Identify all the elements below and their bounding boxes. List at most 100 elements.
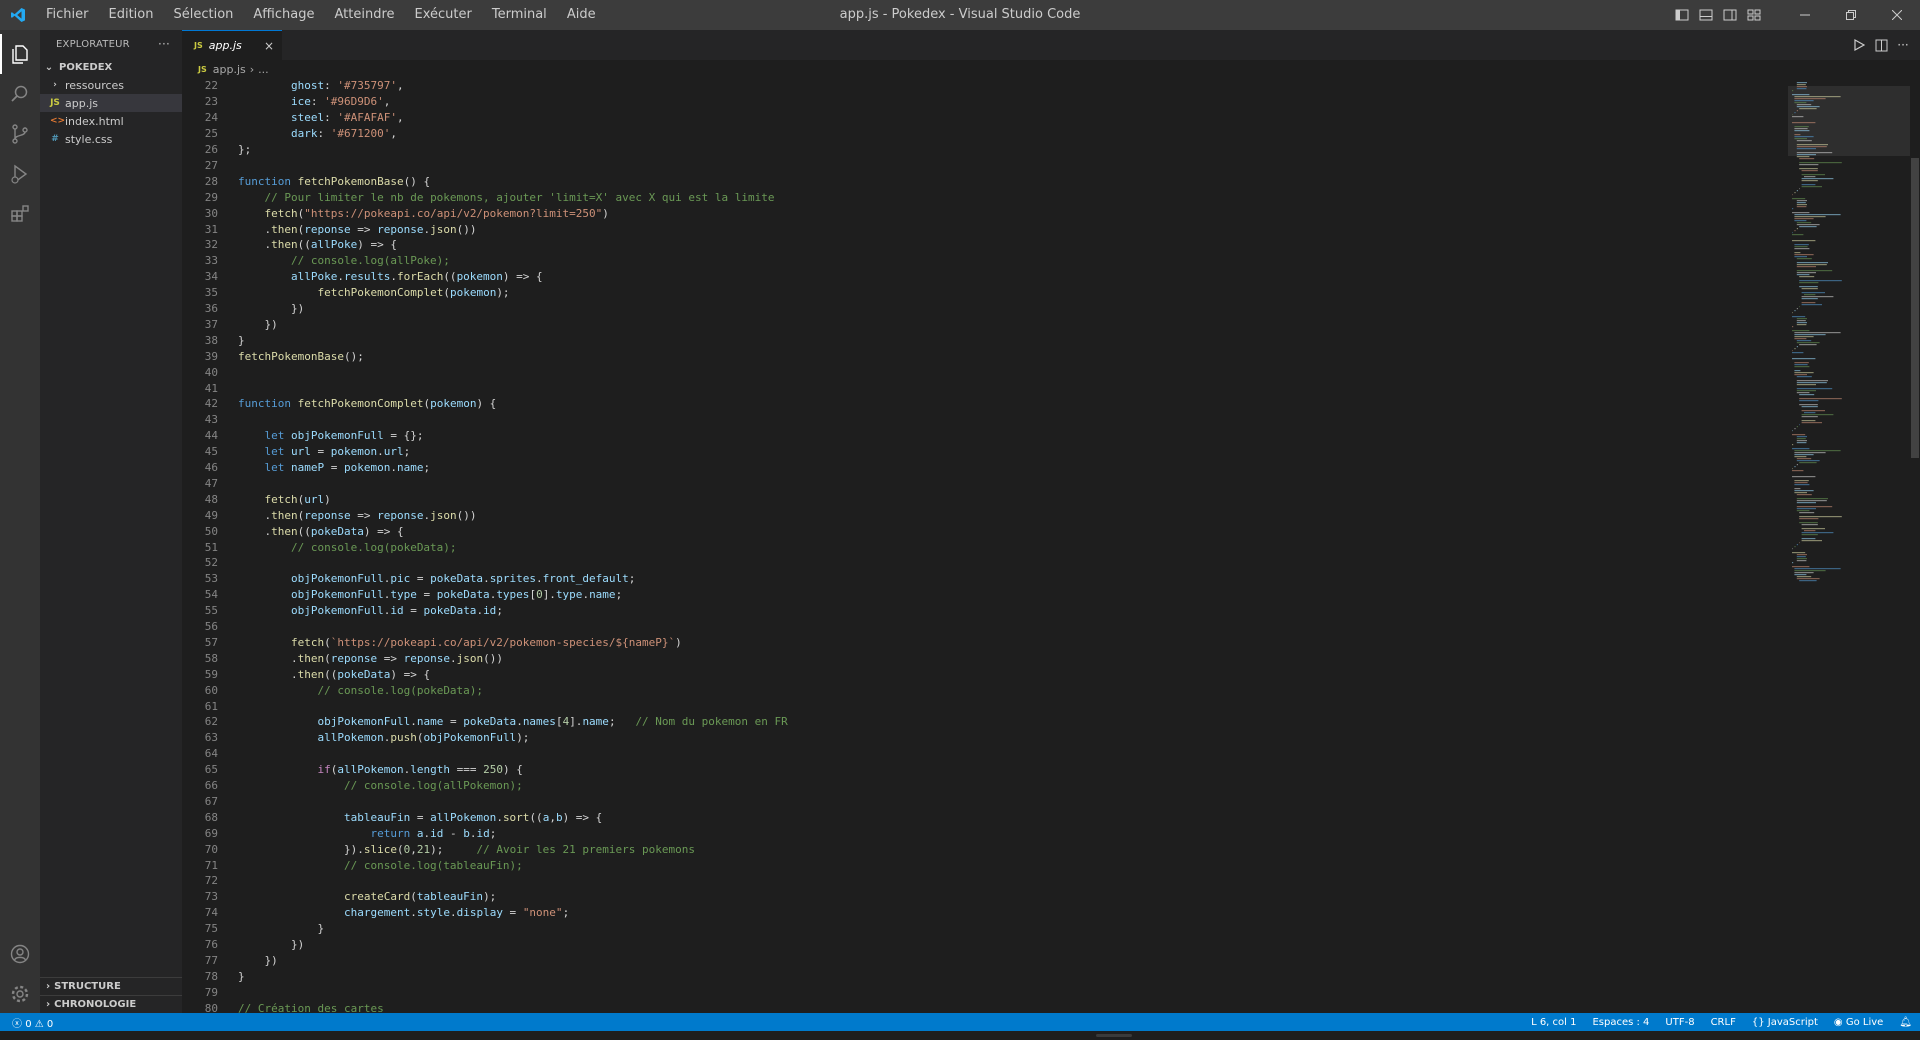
explorer-more-actions-icon[interactable]: ···: [158, 37, 170, 51]
breadcrumb-rest[interactable]: ...: [258, 63, 269, 76]
code-line[interactable]: 74 chargement.style.display = "none";: [182, 905, 1782, 921]
extensions-icon[interactable]: [0, 194, 40, 234]
code-line[interactable]: 65 if(allPokemon.length === 250) {: [182, 762, 1782, 778]
code-line[interactable]: 45 let url = pokemon.url;: [182, 444, 1782, 460]
minimap[interactable]: [1788, 78, 1910, 1013]
source-control-icon[interactable]: [0, 114, 40, 154]
code-line[interactable]: 53 objPokemonFull.pic = pokeData.sprites…: [182, 571, 1782, 587]
code-line[interactable]: 68 tableauFin = allPokemon.sort((a,b) =>…: [182, 809, 1782, 825]
menu-item[interactable]: Sélection: [163, 0, 243, 30]
file-tree-item[interactable]: JS app.js: [40, 94, 182, 112]
code-line[interactable]: 22 ghost: '#735797',: [182, 78, 1782, 94]
code-line[interactable]: 64: [182, 746, 1782, 762]
code-line[interactable]: 49 .then(reponse => reponse.json()): [182, 507, 1782, 523]
run-debug-icon[interactable]: [0, 154, 40, 194]
code-line[interactable]: 78}: [182, 968, 1782, 984]
file-tree-item[interactable]: <> index.html: [40, 112, 182, 130]
code-line[interactable]: 31 .then(reponse => reponse.json()): [182, 221, 1782, 237]
menu-item[interactable]: Edition: [99, 0, 164, 30]
breadcrumb-file[interactable]: app.js: [213, 63, 246, 76]
code-line[interactable]: 25 dark: '#671200',: [182, 126, 1782, 142]
file-tree-item[interactable]: › ressources: [40, 76, 182, 94]
code-line[interactable]: 61: [182, 698, 1782, 714]
customize-layout-icon[interactable]: [1742, 0, 1766, 30]
code-line[interactable]: 60 // console.log(pokeData);: [182, 682, 1782, 698]
code-line[interactable]: 35 fetchPokemonComplet(pokemon);: [182, 285, 1782, 301]
code-line[interactable]: 51 // console.log(pokeData);: [182, 539, 1782, 555]
code-line[interactable]: 56: [182, 619, 1782, 635]
code-line[interactable]: 54 objPokemonFull.type = pokeData.types[…: [182, 587, 1782, 603]
code-line[interactable]: 67: [182, 794, 1782, 810]
menu-item[interactable]: Exécuter: [405, 0, 482, 30]
code-line[interactable]: 44 let objPokemonFull = {};: [182, 428, 1782, 444]
structure-section[interactable]: › STRUCTURE: [40, 977, 182, 995]
code-line[interactable]: 23 ice: '#96D9D6',: [182, 94, 1782, 110]
explorer-icon[interactable]: [0, 34, 40, 74]
menu-item[interactable]: Fichier: [36, 0, 99, 30]
problems-status[interactable]: ⓧ 0 ⚠ 0: [10, 1015, 61, 1030]
code-line[interactable]: 62 objPokemonFull.name = pokeData.names[…: [182, 714, 1782, 730]
minimize-icon[interactable]: [1782, 0, 1828, 30]
code-line[interactable]: 47: [182, 476, 1782, 492]
code-line[interactable]: 24 steel: '#AFAFAF',: [182, 110, 1782, 126]
code-line[interactable]: 69 return a.id - b.id;: [182, 825, 1782, 841]
editor-scrollbar[interactable]: [1910, 78, 1920, 1013]
code-line[interactable]: 29 // Pour limiter le nb de pokemons, aj…: [182, 189, 1782, 205]
code-line[interactable]: 40: [182, 364, 1782, 380]
menu-item[interactable]: Terminal: [482, 0, 557, 30]
code-line[interactable]: 34 allPoke.results.forEach((pokemon) => …: [182, 269, 1782, 285]
project-folder[interactable]: ⌄ POKEDEX: [40, 58, 182, 76]
code-editor[interactable]: 22 ghost: '#735797', 23 ice: '#96D9D6', 24…: [182, 78, 1782, 1013]
menu-item[interactable]: Affichage: [243, 0, 324, 30]
code-line[interactable]: 27: [182, 158, 1782, 174]
close-tab-icon[interactable]: ×: [264, 39, 274, 53]
code-line[interactable]: 39 fetchPokemonBase();: [182, 348, 1782, 364]
code-line[interactable]: 26};: [182, 142, 1782, 158]
toggle-panel-icon[interactable]: [1694, 0, 1718, 30]
code-line[interactable]: 72: [182, 873, 1782, 889]
scrollbar-thumb[interactable]: [1911, 158, 1919, 458]
code-line[interactable]: 52: [182, 555, 1782, 571]
file-tree-item[interactable]: # style.css: [40, 130, 182, 148]
split-editor-icon[interactable]: [1870, 30, 1892, 60]
tab-app-js[interactable]: JS app.js ×: [182, 30, 282, 60]
code-line[interactable]: 63 allPokemon.push(objPokemonFull);: [182, 730, 1782, 746]
code-line[interactable]: 66 // console.log(allPokemon);: [182, 778, 1782, 794]
code-line[interactable]: 80 // Création des cartes: [182, 1000, 1782, 1013]
code-line[interactable]: 30 fetch("https://pokeapi.co/api/v2/poke…: [182, 205, 1782, 221]
code-line[interactable]: 48 fetch(url): [182, 491, 1782, 507]
code-line[interactable]: 38}: [182, 332, 1782, 348]
code-line[interactable]: 77 }): [182, 953, 1782, 969]
code-line[interactable]: 71 // console.log(tableauFin);: [182, 857, 1782, 873]
gear-icon[interactable]: [0, 974, 40, 1014]
code-line[interactable]: 46 let nameP = pokemon.name;: [182, 460, 1782, 476]
account-icon[interactable]: [0, 934, 40, 974]
indentation[interactable]: Espaces : 4: [1584, 1017, 1657, 1028]
code-line[interactable]: 32 .then((allPoke) => {: [182, 237, 1782, 253]
code-line[interactable]: 73 createCard(tableauFin);: [182, 889, 1782, 905]
encoding[interactable]: UTF-8: [1657, 1017, 1702, 1028]
code-line[interactable]: 75 }: [182, 921, 1782, 937]
code-line[interactable]: 79: [182, 984, 1782, 1000]
code-line[interactable]: 55 objPokemonFull.id = pokeData.id;: [182, 603, 1782, 619]
code-line[interactable]: 58 .then(reponse => reponse.json()): [182, 650, 1782, 666]
go-live-button[interactable]: ◉ Go Live: [1826, 1017, 1891, 1028]
notifications-bell-icon[interactable]: 🔔︎: [1891, 1017, 1920, 1028]
restore-icon[interactable]: [1828, 0, 1874, 30]
code-line[interactable]: 33 // console.log(allPoke);: [182, 253, 1782, 269]
language-mode[interactable]: {} JavaScript: [1744, 1017, 1826, 1028]
code-line[interactable]: 41: [182, 380, 1782, 396]
line-ending[interactable]: CRLF: [1703, 1017, 1744, 1028]
resize-handle[interactable]: [1096, 1034, 1132, 1037]
cursor-position[interactable]: L 6, col 1: [1523, 1017, 1584, 1028]
code-line[interactable]: 43: [182, 412, 1782, 428]
code-line[interactable]: 50 .then((pokeData) => {: [182, 523, 1782, 539]
run-file-icon[interactable]: [1848, 30, 1870, 60]
code-line[interactable]: 70 }).slice(0,21); // Avoir les 21 premi…: [182, 841, 1782, 857]
search-icon[interactable]: [0, 74, 40, 114]
menu-item[interactable]: Aide: [557, 0, 606, 30]
code-line[interactable]: 57 fetch(`https://pokeapi.co/api/v2/poke…: [182, 635, 1782, 651]
menu-item[interactable]: Atteindre: [324, 0, 404, 30]
close-window-icon[interactable]: [1874, 0, 1920, 30]
code-line[interactable]: 59 .then((pokeData) => {: [182, 666, 1782, 682]
